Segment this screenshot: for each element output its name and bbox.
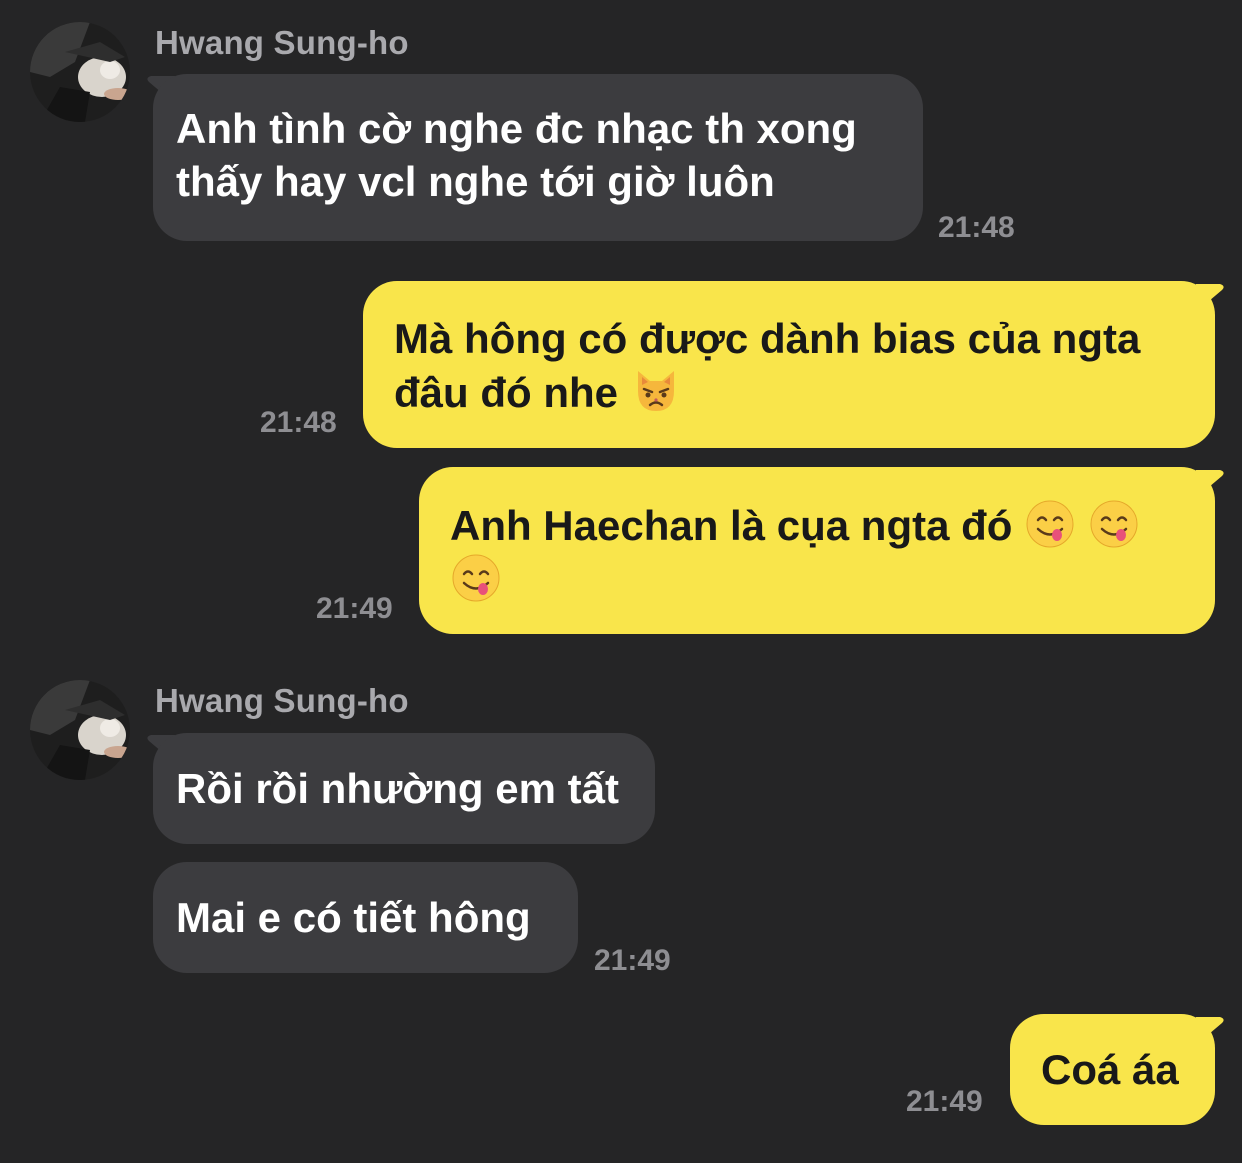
- outgoing-bubble-tail: [1196, 470, 1224, 498]
- message-text: Mà hông có được dành bias của ngta: [394, 315, 1141, 362]
- chat-screen: Hwang Sung-ho Anh tình cờ nghe đc nhạc t…: [0, 0, 1242, 1163]
- message-timestamp: 21:48: [938, 211, 1015, 244]
- message-timestamp: 21:48: [260, 406, 337, 439]
- message-timestamp: 21:49: [316, 592, 393, 625]
- message-bubble-outgoing[interactable]: Anh Haechan là cụa ngta đó: [419, 467, 1215, 634]
- message-text: Mai e có tiết hông: [176, 894, 531, 941]
- message-text: thấy hay vcl nghe tới giờ luôn: [176, 158, 775, 205]
- sender-name: Hwang Sung-ho: [155, 24, 409, 61]
- message-timestamp: 21:49: [594, 944, 671, 977]
- pouting-cat-emoji: [630, 365, 682, 417]
- sender-name: Hwang Sung-ho: [155, 682, 409, 719]
- message-bubble-incoming[interactable]: Mai e có tiết hông: [153, 862, 578, 973]
- message-bubble-incoming[interactable]: Rồi rồi nhường em tất: [153, 733, 655, 844]
- message-bubble-outgoing[interactable]: Coá áa: [1010, 1014, 1215, 1125]
- outgoing-bubble-tail: [1196, 1017, 1224, 1045]
- message-text: Coá áa: [1041, 1046, 1179, 1093]
- message-text: đâu đó nhe: [394, 369, 618, 416]
- outgoing-bubble-tail: [1196, 284, 1224, 312]
- message-timestamp: 21:49: [906, 1085, 983, 1118]
- savoring-face-emoji: [1024, 498, 1076, 550]
- message-text: Anh Haechan là cụa ngta đó: [450, 502, 1013, 549]
- message-bubble-outgoing[interactable]: Mà hông có được dành bias của ngta đâu đ…: [363, 281, 1215, 448]
- message-bubble-incoming[interactable]: Anh tình cờ nghe đc nhạc th xong thấy ha…: [153, 74, 923, 241]
- sender-avatar[interactable]: [30, 22, 130, 122]
- savoring-face-emoji: [450, 552, 502, 604]
- message-text: Anh tình cờ nghe đc nhạc th xong: [176, 105, 857, 152]
- sender-avatar[interactable]: [30, 680, 130, 780]
- message-text: Rồi rồi nhường em tất: [176, 765, 619, 812]
- savoring-face-emoji: [1088, 498, 1140, 550]
